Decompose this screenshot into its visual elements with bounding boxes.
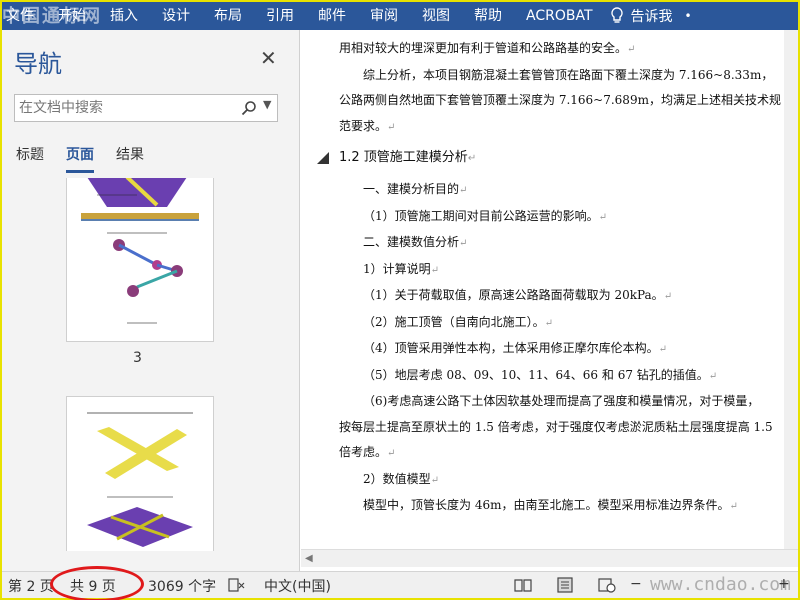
print-layout-icon[interactable] (556, 577, 574, 593)
doc-list-item: （2）施工顶管（自南向北施工）。↵ (363, 314, 554, 329)
web-layout-icon[interactable] (598, 577, 616, 593)
doc-list-item: 1）计算说明↵ (363, 261, 440, 276)
doc-paragraph: 按每层土提高至原状土的 1.5 倍考虑，对于强度仅考虑淤泥质粘土层强度提高 1.… (339, 419, 773, 434)
read-mode-icon[interactable] (514, 577, 532, 593)
search-input[interactable] (19, 95, 229, 121)
collapse-triangle-icon[interactable] (317, 152, 329, 164)
doc-list-item: 一、建模分析目的↵ (363, 182, 468, 196)
close-icon[interactable]: ✕ (260, 46, 277, 70)
document-body: 用相对较大的埋深更加有利于管道和公路路基的安全。↵ 综上分析，本项目钢筋混凝土套… (317, 36, 781, 520)
section-heading: 1.2 顶管施工建模分析↵ (317, 144, 757, 173)
thumbnail-drawing-4 (87, 412, 193, 547)
tab-help[interactable]: 帮助 (462, 2, 514, 30)
doc-paragraph: 倍考虑。↵ (339, 445, 396, 459)
doc-list-item: （4）顶管采用弹性本构，土体采用修正摩尔库伦本构。↵ (363, 341, 668, 355)
status-language[interactable]: 中文(中国) (264, 576, 331, 596)
vertical-scrollbar[interactable] (784, 30, 798, 549)
doc-paragraph: 范要求。↵ (339, 118, 396, 133)
page-thumbnails: 3 (2, 178, 300, 551)
watermark-bottom: www.cndao.com (650, 574, 791, 595)
doc-paragraph: 综上分析，本项目钢筋混凝土套管管顶在路面下覆土深度为 7.166~8.33m， (363, 67, 774, 82)
ribbon-tab-bar: 文件 开始 插入 设计 布局 引用 邮件 审阅 视图 帮助 ACROBAT 告诉… (2, 2, 798, 30)
doc-paragraph: （6)考虑高速公路下土体因软基处理而提高了强度和模量情况，对于模量， (363, 394, 760, 408)
ribbon-dot-icon: • (684, 9, 692, 23)
zoom-in-icon[interactable]: + (778, 576, 790, 592)
tab-headings[interactable]: 标题 (16, 144, 44, 173)
tab-references[interactable]: 引用 (254, 2, 306, 30)
nav-tabs: 标题 页面 结果 (16, 144, 144, 173)
doc-sub-heading: 2）数值模型↵ (363, 471, 440, 486)
chevron-down-icon[interactable]: ▼ (263, 98, 271, 111)
doc-list-item: 二、建模数值分析↵ (363, 235, 468, 249)
search-box: ▼ (14, 94, 278, 122)
zoom-out-icon[interactable]: − (630, 576, 642, 592)
tab-review[interactable]: 审阅 (358, 2, 410, 30)
status-bar: 第 2 页 共 9 页 3069 个字 中文(中国) − www.cndao.c… (2, 566, 798, 600)
doc-list-item: （1）顶管施工期间对目前公路运营的影响。↵ (363, 208, 608, 223)
tab-layout[interactable]: 布局 (202, 2, 254, 30)
thumbnail-drawing-3 (81, 178, 199, 324)
lightbulb-icon (610, 7, 623, 23)
status-page[interactable]: 第 2 页 (8, 576, 54, 596)
doc-paragraph: 公路两侧自然地面下套管管顶覆土深度为 7.166~7.689m，均满足上述相关技… (339, 93, 781, 107)
doc-list-item: （1）关于荷载取值，原高速公路路面荷载取为 20kPa。↵ (363, 288, 673, 302)
page-thumbnail-4[interactable] (66, 396, 214, 551)
tell-me-box[interactable]: 告诉我 (625, 6, 673, 26)
thumbnail-page-number: 3 (133, 350, 142, 366)
nav-title: 导航 (14, 50, 62, 78)
page-thumbnail-3[interactable] (66, 178, 214, 342)
proofing-icon[interactable] (228, 577, 246, 593)
highlight-ring (50, 566, 144, 600)
document-canvas[interactable]: 用相对较大的埋深更加有利于管道和公路路基的安全。↵ 综上分析，本项目钢筋混凝土套… (301, 30, 798, 549)
watermark-top: 中国通标网 (2, 6, 102, 27)
search-icon[interactable] (241, 100, 257, 116)
doc-paragraph: 用相对较大的埋深更加有利于管道和公路路基的安全。↵ (339, 41, 636, 55)
horizontal-scrollbar[interactable]: ◀ (301, 549, 798, 567)
tab-insert[interactable]: 插入 (98, 2, 150, 30)
doc-list-item: （5）地层考虑 08、09、10、11、64、66 和 67 钻孔的插值。↵ (363, 367, 718, 382)
tab-acrobat[interactable]: ACROBAT (514, 2, 605, 30)
navigation-pane: 导航 ✕ ▼ 标题 页面 结果 (2, 30, 300, 571)
tab-design[interactable]: 设计 (150, 2, 202, 30)
status-word-count[interactable]: 3069 个字 (148, 576, 216, 596)
tab-results[interactable]: 结果 (116, 144, 144, 173)
nav-scrollbar[interactable] (2, 551, 300, 571)
doc-paragraph: 模型中，顶管长度为 46m，由南至北施工。模型采用标准边界条件。↵ (363, 498, 738, 512)
tab-view[interactable]: 视图 (410, 2, 462, 30)
tab-mailings[interactable]: 邮件 (306, 2, 358, 30)
tab-pages[interactable]: 页面 (66, 144, 94, 173)
scroll-left-icon[interactable]: ◀ (305, 553, 313, 564)
